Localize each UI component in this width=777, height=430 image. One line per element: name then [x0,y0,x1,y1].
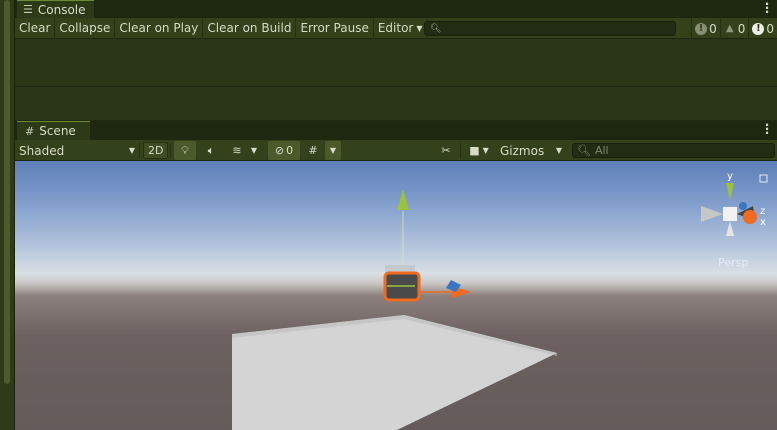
tools-button[interactable]: ✂ [435,140,457,161]
vertical-scrollbar[interactable] [4,0,10,384]
editor-root: ☰ Console · · · Clear Collapse Clear on Pl… [0,0,777,430]
clear-button[interactable]: Clear [15,17,56,39]
effects-dropdown[interactable]: ≋ [226,140,248,161]
scene-grid-icon: # [25,124,35,138]
editor-dropdown[interactable]: Editor ▼ [374,17,428,39]
orientation-gizmo[interactable]: y z x [701,171,766,236]
tools-icon: ✂ [441,144,451,157]
scene-window: # Scene · · · Shaded ▼ 2D 💡︎ 🔈︎ ≋ ▼ ⊘ 0 # … [15,119,777,430]
projection-label[interactable]: Persp [718,256,748,269]
clear-on-build-button[interactable]: Clear on Build [203,17,297,39]
orientation-z-cone[interactable] [739,202,747,210]
chevron-down-icon: ▼ [329,146,337,155]
warning-icon: ▲ [725,23,734,34]
scene-search-placeholder: All [594,144,609,157]
tab-console[interactable]: ☰ Console [17,0,94,18]
eye-slash-icon: ⊘ [274,144,285,157]
console-list-icon: ☰ [23,3,33,16]
editor-dropdown-label: Editor [377,21,414,35]
info-count-toggle[interactable]: ! 0 [691,18,720,39]
effects-icon: ≋ [232,144,242,157]
grid-dropdown[interactable]: # [302,140,324,161]
warning-count: 0 [737,21,746,36]
orientation-y-label: y [727,171,733,182]
clear-on-play-button[interactable]: Clear on Play [115,17,204,39]
toggle-2d-button[interactable]: 2D [143,142,169,159]
audio-toggle[interactable]: 🔈︎ [200,140,222,161]
tab-scene[interactable]: # Scene [17,121,90,140]
error-count-toggle[interactable]: ! 0 [748,18,777,39]
camera-dropdown[interactable]: ■ ▼ [464,140,494,161]
console-tab-bar: ☰ Console · · · [15,0,777,18]
orientation-x-cone[interactable] [743,210,757,224]
scene-viewport[interactable]: y z x Persp [15,161,777,430]
chevron-down-icon: ▼ [250,146,258,155]
scene-render: y z x [232,171,768,430]
console-splitter[interactable] [15,86,777,87]
chevron-down-icon: ▼ [416,23,423,33]
chevron-down-icon: ▼ [128,146,135,155]
grid-icon: # [308,144,318,157]
warning-count-toggle[interactable]: ▲ 0 [719,18,749,39]
scene-search-input[interactable]: 🔍︎ All [572,143,775,158]
chevron-down-icon: ▼ [555,146,562,155]
error-pause-button[interactable]: Error Pause [296,17,374,39]
lightbulb-icon: 💡︎ [181,143,189,157]
info-count: 0 [709,21,717,36]
hidden-objects-toggle[interactable]: ⊘ 0 [268,141,300,160]
console-toolbar: Clear Collapse Clear on Play Clear on Bu… [15,17,777,39]
console-counters: ! 0 ▲ 0 ! 0 [691,18,777,39]
move-gizmo-y-arrow[interactable] [397,189,409,210]
tab-console-label: Console [37,2,86,17]
orientation-center-cube[interactable] [723,207,737,221]
info-icon: ! [695,22,708,35]
gizmos-label: Gizmos [500,143,545,158]
collapse-button[interactable]: Collapse [55,17,116,39]
orientation-neg-x-cone[interactable] [701,206,723,222]
console-menu-icon[interactable]: · · · [763,0,771,18]
gizmos-dropdown[interactable]: Gizmos ▼ [500,140,562,161]
error-count: 0 [766,21,774,36]
speaker-icon: 🔈︎ [207,143,215,157]
search-icon: 🔍︎ [577,144,591,157]
orientation-neg-y-cone[interactable] [726,221,734,236]
scene-tab-bar: # Scene · · · [15,119,777,140]
orientation-z-label: z [760,206,765,217]
orientation-y-cone[interactable] [726,183,734,200]
search-icon: 🔍︎ [430,23,442,34]
left-panel-edge [0,0,15,430]
tab-scene-label: Scene [39,124,76,138]
draw-mode-label: Shaded [19,143,65,158]
error-icon: ! [752,22,765,35]
scene-menu-icon[interactable]: · · · [763,119,771,139]
draw-mode-dropdown[interactable]: Shaded ▼ [19,140,135,161]
divider [139,143,140,158]
chevron-down-icon: ▼ [482,146,489,155]
console-search-input[interactable]: 🔍︎ [424,21,676,36]
hidden-objects-count: 0 [286,144,294,157]
scene-toolbar: Shaded ▼ 2D 💡︎ 🔈︎ ≋ ▼ ⊘ 0 # ▼ ✂ ■ ▼ Gizm… [15,140,777,161]
lock-icon[interactable] [759,174,768,183]
console-log-area[interactable] [15,40,777,120]
orientation-x-label: x [760,217,766,228]
grid-chevron[interactable]: ▼ [325,141,341,160]
divider [460,143,461,158]
camera-icon: ■ [469,144,480,157]
console-window: ☰ Console · · · Clear Collapse Clear on Pl… [15,0,777,120]
effects-chevron[interactable]: ▼ [248,140,260,161]
lighting-toggle[interactable]: 💡︎ [174,141,196,160]
divider [170,143,171,158]
